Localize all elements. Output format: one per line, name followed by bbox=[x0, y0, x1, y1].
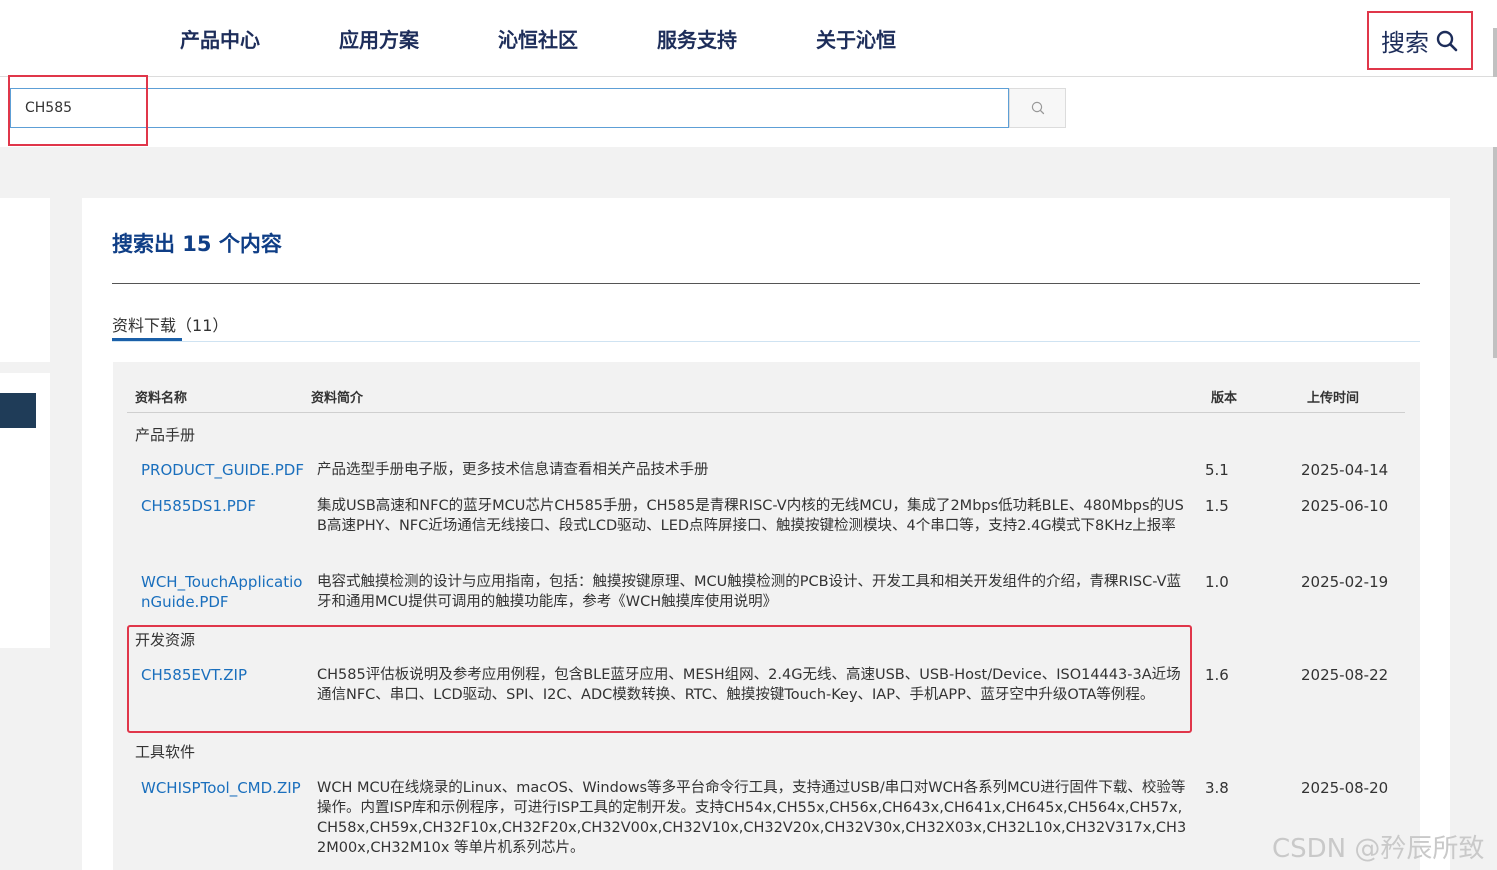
results-title: 搜索出 15 个内容 bbox=[112, 232, 282, 256]
search-toggle-button[interactable]: 搜索 bbox=[1367, 11, 1473, 70]
file-link[interactable]: CH585DS1.PDF bbox=[141, 496, 305, 516]
category-tools: 工具软件 bbox=[135, 743, 196, 761]
column-header-version: 版本 bbox=[1211, 391, 1238, 406]
file-version: 1.5 bbox=[1205, 497, 1229, 515]
column-header-name: 资料名称 bbox=[135, 391, 188, 406]
file-link[interactable]: WCHISPTool_CMD.ZIP bbox=[141, 778, 305, 798]
nav-about[interactable]: 关于沁恒 bbox=[816, 24, 896, 53]
search-toggle-label: 搜索 bbox=[1381, 29, 1429, 57]
tab-downloads-label: 资料下载 bbox=[112, 316, 177, 335]
file-description: 电容式触摸检测的设计与应用指南，包括：触摸按键原理、MCU触摸检测的PCB设计、… bbox=[317, 574, 1182, 610]
file-description: 集成USB高速和NFC的蓝牙MCU芯片CH585手册，CH585是青稞RISC-… bbox=[317, 498, 1184, 534]
file-version: 5.1 bbox=[1205, 461, 1229, 479]
file-description: CH585评估板说明及参考应用例程，包含BLE蓝牙应用、MESH组网、2.4G无… bbox=[317, 667, 1181, 703]
file-upload-date: 2025-08-20 bbox=[1301, 779, 1389, 797]
search-icon bbox=[1436, 30, 1458, 51]
top-navigation: 产品中心 应用方案 沁恒社区 服务支持 关于沁恒 搜索 bbox=[0, 0, 1497, 77]
nav-community[interactable]: 沁恒社区 bbox=[498, 24, 578, 53]
file-upload-date: 2025-08-22 bbox=[1301, 666, 1389, 684]
category-dev-resources: 开发资源 bbox=[135, 631, 196, 649]
tab-downloads[interactable]: 资料下载（11） bbox=[112, 312, 228, 336]
nav-product-center[interactable]: 产品中心 bbox=[180, 24, 260, 53]
file-upload-date: 2025-06-10 bbox=[1301, 497, 1389, 515]
column-header-date: 上传时间 bbox=[1307, 391, 1360, 406]
tab-divider bbox=[112, 341, 1420, 342]
file-upload-date: 2025-02-19 bbox=[1301, 573, 1389, 591]
file-description: WCH MCU在线烧录的Linux、macOS、Windows等多平台命令行工具… bbox=[317, 780, 1187, 856]
search-input[interactable] bbox=[10, 88, 1009, 128]
file-link[interactable]: PRODUCT_GUIDE.PDF bbox=[141, 460, 305, 480]
nav-solutions[interactable]: 应用方案 bbox=[339, 24, 419, 53]
sidebar-toggle-button[interactable] bbox=[0, 393, 36, 428]
file-description: 产品选型手册电子版，更多技术信息请查看相关产品技术手册 bbox=[317, 462, 709, 478]
title-divider bbox=[112, 283, 1420, 284]
column-header-description: 资料简介 bbox=[311, 391, 364, 406]
left-sidebar-panel bbox=[0, 198, 50, 362]
file-version: 1.0 bbox=[1205, 573, 1229, 591]
file-link[interactable]: WCH_TouchApplicationGuide.PDF bbox=[141, 572, 305, 612]
file-version: 1.6 bbox=[1205, 666, 1229, 684]
file-link[interactable]: CH585EVT.ZIP bbox=[141, 665, 305, 685]
nav-support[interactable]: 服务支持 bbox=[657, 24, 737, 53]
search-icon bbox=[1031, 101, 1044, 115]
tab-downloads-count: （11） bbox=[176, 316, 229, 335]
file-version: 3.8 bbox=[1205, 779, 1229, 797]
watermark: CSDN @矜辰所致 bbox=[1272, 834, 1485, 864]
file-upload-date: 2025-04-14 bbox=[1301, 461, 1389, 479]
category-product-manuals: 产品手册 bbox=[135, 426, 196, 444]
table-header-divider bbox=[127, 412, 1405, 413]
search-submit-button[interactable] bbox=[1009, 88, 1066, 128]
